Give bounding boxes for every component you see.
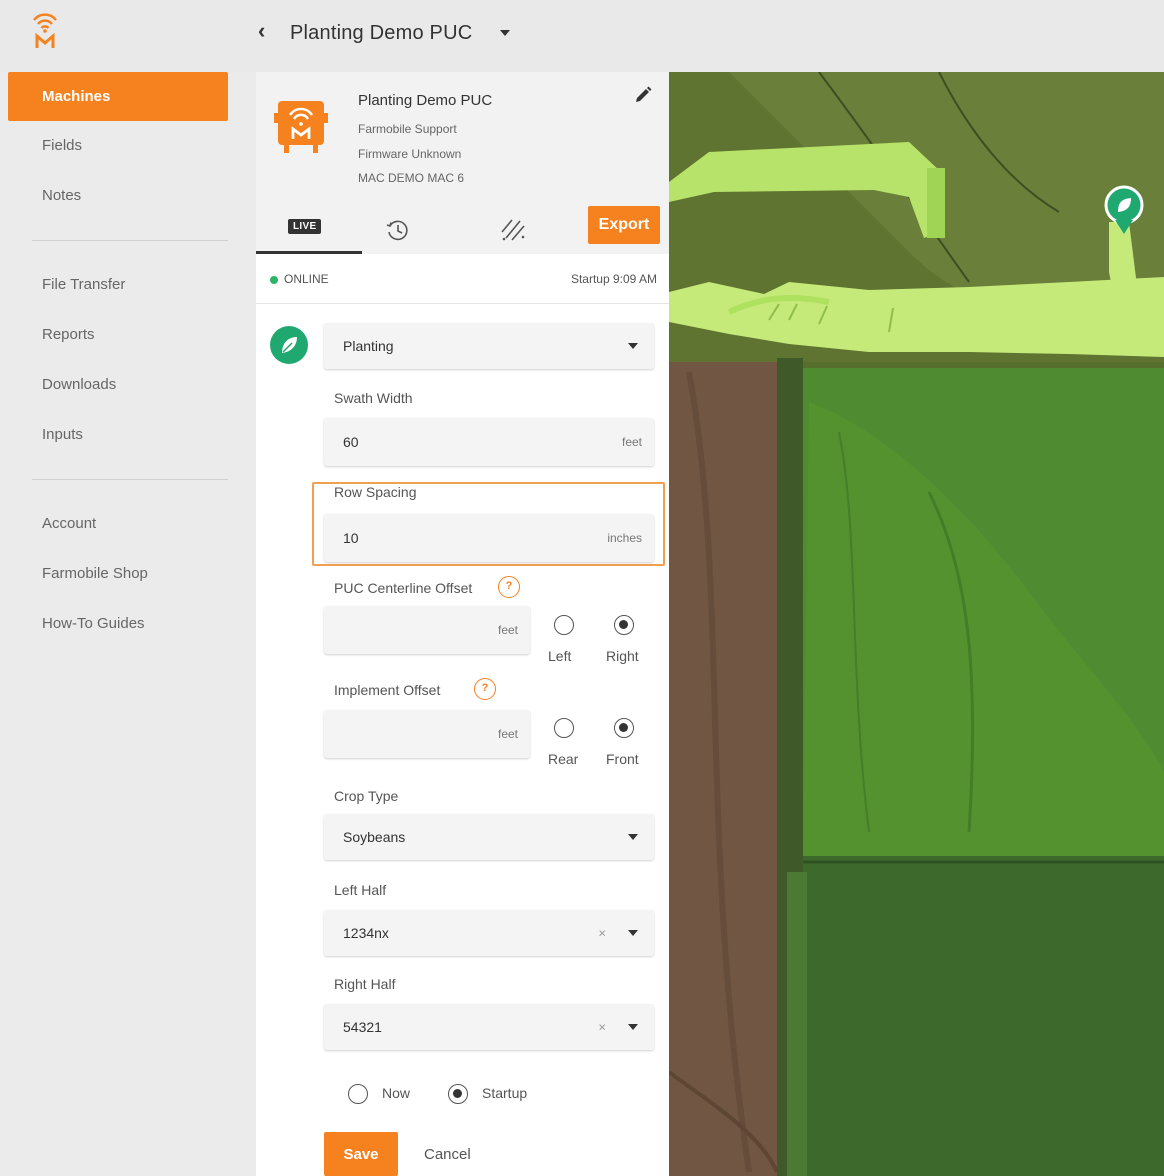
left-half-label: Left Half — [334, 882, 387, 898]
clear-icon[interactable]: × — [598, 1020, 606, 1035]
machine-location-pin-icon[interactable] — [1105, 186, 1143, 236]
tab-history[interactable] — [376, 206, 456, 254]
device-owner: Farmobile Support — [358, 122, 457, 136]
row-spacing-field[interactable]: 10 inches — [324, 514, 654, 562]
chevron-left-icon[interactable]: ‹ — [258, 18, 265, 44]
pencil-icon[interactable] — [634, 86, 652, 104]
crop-type-value: Soybeans — [343, 829, 406, 845]
export-button[interactable]: Export — [588, 206, 660, 244]
radio-right[interactable] — [614, 615, 634, 635]
status-row: ONLINE Startup 9:09 AM — [256, 254, 669, 304]
device-mac: MAC DEMO MAC 6 — [358, 171, 465, 185]
swath-width-unit: feet — [621, 435, 642, 449]
cancel-button[interactable]: Cancel — [424, 1146, 471, 1163]
nav-item-reports[interactable]: Reports — [8, 310, 228, 360]
radio-left-label: Left — [548, 648, 572, 664]
right-half-label: Right Half — [334, 976, 396, 992]
planting-leaf-icon — [270, 326, 308, 364]
swath-width-field[interactable]: 60 feet — [324, 418, 654, 466]
puc-offset-help-icon[interactable]: ? — [498, 576, 520, 598]
live-badge: LIVE — [288, 219, 322, 234]
nav-item-farmobile-shop[interactable]: Farmobile Shop — [8, 549, 228, 599]
radio-rear[interactable] — [554, 718, 574, 738]
chevron-down-icon — [628, 930, 638, 936]
tab-coverage[interactable] — [486, 206, 546, 254]
machine-panel: Planting Demo PUC Farmobile Support Firm… — [256, 72, 669, 1176]
machine-title[interactable]: Planting Demo PUC — [290, 22, 472, 45]
chevron-down-icon — [628, 343, 638, 349]
coverage-icon — [501, 219, 525, 241]
history-icon — [386, 220, 408, 241]
operation-select[interactable]: Planting — [324, 323, 654, 369]
radio-now[interactable] — [348, 1084, 368, 1104]
farmobile-logo-icon[interactable] — [30, 10, 60, 50]
crop-type-label: Crop Type — [334, 788, 399, 804]
device-name: Planting Demo PUC — [358, 92, 493, 109]
sidebar-nav: Machines Fields Notes File Transfer Repo… — [8, 72, 228, 649]
nav-item-how-to-guides[interactable]: How-To Guides — [8, 599, 228, 649]
right-half-select[interactable]: 54321 × — [324, 1004, 654, 1050]
radio-rear-label: Rear — [548, 751, 579, 767]
nav-item-file-transfer[interactable]: File Transfer — [8, 260, 228, 310]
device-firmware: Firmware Unknown — [358, 147, 462, 161]
machine-select-caret-icon[interactable] — [500, 30, 510, 36]
implement-offset-help-icon[interactable]: ? — [474, 678, 496, 700]
swath-width-label: Swath Width — [334, 390, 413, 406]
device-header: Planting Demo PUC Farmobile Support Firm… — [256, 72, 669, 254]
nav-item-notes[interactable]: Notes — [8, 171, 228, 221]
nav-divider — [32, 240, 228, 241]
radio-right-label: Right — [606, 648, 639, 664]
online-status: ONLINE — [284, 272, 329, 286]
radio-startup-label: Startup — [482, 1085, 528, 1101]
nav-item-fields[interactable]: Fields — [8, 121, 228, 171]
nav-item-downloads[interactable]: Downloads — [8, 360, 228, 410]
swath-width-value: 60 — [343, 434, 359, 450]
chevron-down-icon — [628, 1024, 638, 1030]
row-spacing-value: 10 — [343, 530, 359, 546]
row-spacing-label: Row Spacing — [334, 484, 417, 500]
radio-front-label: Front — [606, 751, 639, 767]
operation-value: Planting — [343, 338, 394, 354]
implement-offset-label: Implement Offset — [334, 682, 441, 698]
puc-device-icon — [274, 101, 328, 153]
crop-type-select[interactable]: Soybeans — [324, 814, 654, 860]
radio-front[interactable] — [614, 718, 634, 738]
chevron-down-icon — [628, 834, 638, 840]
startup-time: Startup 9:09 AM — [570, 272, 657, 286]
left-half-select[interactable]: 1234nx × — [324, 910, 654, 956]
nav-item-machines[interactable]: Machines — [8, 72, 228, 121]
online-status-icon — [270, 276, 278, 284]
tab-live[interactable]: LIVE — [256, 206, 362, 254]
puc-offset-unit: feet — [497, 623, 518, 637]
puc-offset-label: PUC Centerline Offset — [334, 580, 473, 596]
implement-offset-unit: feet — [497, 727, 518, 741]
implement-offset-field[interactable]: feet — [324, 710, 530, 758]
top-bar: ‹ Planting Demo PUC — [0, 0, 1164, 72]
nav-item-account[interactable]: Account — [8, 499, 228, 549]
radio-startup[interactable] — [448, 1084, 468, 1104]
nav-item-inputs[interactable]: Inputs — [8, 410, 228, 460]
row-spacing-unit: inches — [607, 531, 642, 545]
radio-left[interactable] — [554, 615, 574, 635]
clear-icon[interactable]: × — [598, 926, 606, 941]
right-half-value: 54321 — [343, 1019, 382, 1035]
map-imagery — [669, 72, 1164, 1176]
puc-offset-field[interactable]: feet — [324, 606, 530, 654]
nav-divider — [32, 479, 228, 480]
satellite-map[interactable] — [669, 72, 1164, 1176]
radio-now-label: Now — [382, 1085, 411, 1101]
left-half-value: 1234nx — [343, 925, 389, 941]
save-button[interactable]: Save — [324, 1132, 398, 1176]
